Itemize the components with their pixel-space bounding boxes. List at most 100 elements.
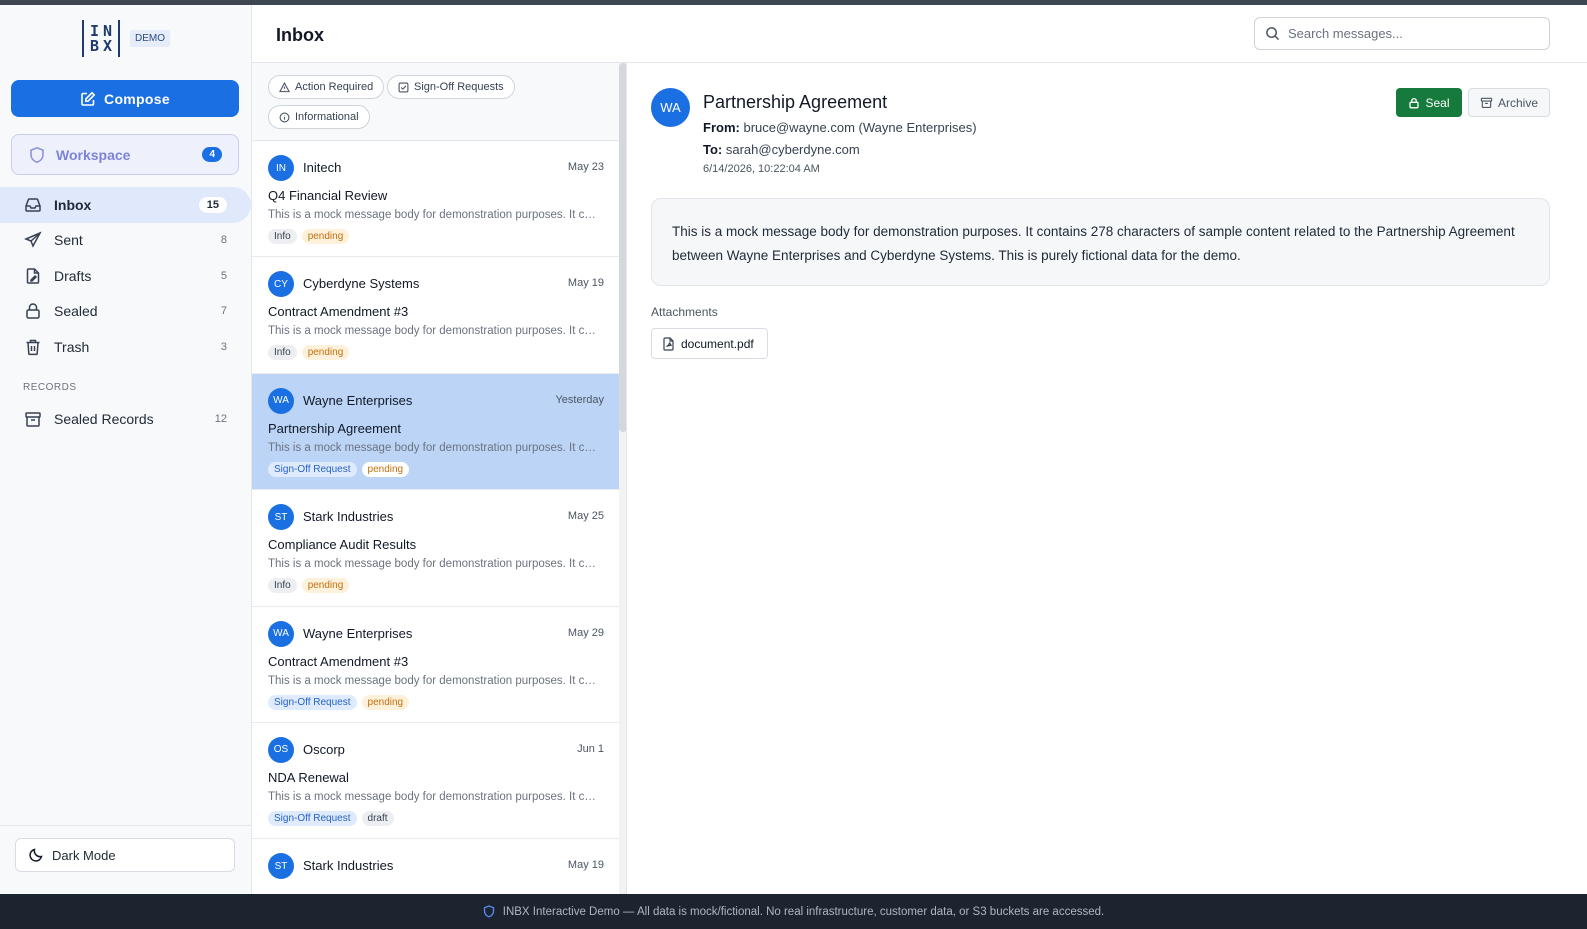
message-row[interactable]: ST Stark Industries May 25 Compliance Au… — [252, 490, 619, 607]
sidebar-item-count: 7 — [220, 305, 227, 318]
lock-icon — [1409, 97, 1420, 108]
message-date: May 29 — [567, 626, 604, 639]
demo-footer-bar: INBX Interactive Demo — All data is mock… — [0, 894, 1587, 929]
message-sender: Initech — [303, 160, 342, 175]
message-row[interactable]: CY Cyberdyne Systems May 19 Contract Ame… — [252, 257, 619, 374]
message-tags: Info pending — [268, 229, 350, 244]
search-box[interactable] — [1254, 17, 1550, 50]
avatar: WA — [268, 620, 294, 647]
archive-button[interactable]: Archive — [1468, 88, 1550, 117]
sidebar-item-count: 5 — [220, 269, 227, 282]
workspace-button[interactable]: Workspace 4 — [11, 134, 239, 175]
inbox-icon — [24, 196, 42, 214]
filter-action-required[interactable]: Action Required — [268, 75, 385, 99]
sidebar-item-sent[interactable]: Sent 8 — [0, 223, 251, 259]
list-scrollbar[interactable] — [619, 63, 626, 894]
message-preview: This is a mock message body for demonstr… — [268, 325, 602, 338]
message-sender: Oscorp — [303, 741, 345, 757]
sidebar-item-inbox[interactable]: Inbox 15 — [0, 187, 251, 223]
sidebar-item-trash[interactable]: Trash 3 — [0, 329, 251, 365]
message-date: May 25 — [567, 510, 604, 523]
from-line: From: bruce@wayne.com (Wayne Enterprises… — [703, 120, 977, 135]
avatar: CY — [268, 271, 294, 298]
type-badge: Sign-Off Request — [268, 694, 357, 710]
avatar: WA — [268, 387, 294, 414]
sidebar-item-count: 15 — [198, 196, 227, 213]
filter-label: Action Required — [295, 81, 374, 93]
type-badge: Info — [268, 578, 297, 594]
sidebar-footer: Dark Mode — [0, 825, 251, 894]
workspace-label: Workspace — [56, 146, 131, 163]
type-badge: Info — [268, 229, 297, 244]
attachment-name: document.pdf — [681, 336, 754, 351]
dark-mode-toggle[interactable]: Dark Mode — [15, 838, 235, 872]
message-subject: Contract Amendment #3 — [268, 653, 409, 669]
compose-button[interactable]: Compose — [11, 80, 239, 117]
message-subject: Contract Amendment #3 — [268, 304, 409, 320]
sidebar-item-drafts[interactable]: Drafts 5 — [0, 258, 251, 294]
message-sender: Wayne Enterprises — [303, 392, 413, 408]
type-badge: Info — [268, 345, 297, 361]
sidebar-records-group: Sealed Records 12 — [0, 401, 251, 437]
message-subject: NDA Renewal — [268, 769, 349, 785]
to-line: To: sarah@cyberdyne.com — [703, 142, 860, 157]
message-subject: Partnership Agreement — [268, 420, 401, 436]
logo-mark-bottom: BX — [89, 36, 117, 55]
message-row[interactable]: OS Oscorp Jun 1 NDA Renewal This is a mo… — [252, 722, 619, 840]
message-row-selected[interactable]: WA Wayne Enterprises Yesterday Partnersh… — [252, 373, 619, 491]
message-sender: Stark Industries — [303, 509, 394, 525]
message-row[interactable]: IN Initech May 23 Q4 Financial Review Th… — [252, 141, 619, 258]
demo-badge: DEMO — [130, 30, 170, 47]
avatar: ST — [268, 504, 294, 531]
message-row[interactable]: ST Stark Industries May 19 — [252, 839, 619, 894]
trash-icon — [24, 338, 42, 356]
filter-label: Sign-Off Requests — [414, 81, 504, 93]
info-icon — [279, 112, 290, 122]
message-tags: Sign-Off Request draft — [268, 810, 394, 826]
message-sender: Wayne Enterprises — [303, 625, 413, 641]
filter-informational[interactable]: Informational — [268, 105, 370, 129]
to-label: To: — [703, 142, 723, 157]
message-date: May 19 — [567, 859, 604, 872]
filter-bar: Action Required Sign-Off Requests Inform… — [252, 63, 619, 141]
message-subject: Compliance Audit Results — [268, 537, 417, 553]
message-preview: This is a mock message body for demonstr… — [268, 441, 602, 454]
sidebar-item-label: Drafts — [54, 267, 92, 284]
scrollbar-thumb[interactable] — [619, 63, 626, 432]
message-preview: This is a mock message body for demonstr… — [268, 558, 602, 571]
moon-icon — [29, 848, 43, 862]
logo[interactable]: IN BX DEMO — [82, 20, 170, 57]
file-pdf-icon — [663, 336, 674, 351]
message-tags: Info pending — [268, 345, 350, 361]
message-subject: Q4 Financial Review — [268, 188, 388, 203]
shield-icon — [483, 905, 494, 918]
avatar: ST — [268, 853, 294, 880]
sidebar-item-label: Trash — [54, 338, 90, 355]
top-header: Inbox — [252, 5, 1587, 63]
app-shell: IN BX DEMO Compose Workspace 4 Inbox 15 — [0, 5, 1587, 894]
attachment-file[interactable]: document.pdf — [651, 328, 768, 359]
message-date: May 23 — [567, 161, 604, 173]
archive-box-icon — [1480, 97, 1493, 108]
sidebar-item-count: 3 — [220, 340, 227, 353]
search-input[interactable] — [1288, 26, 1528, 41]
message-timestamp: 6/14/2026, 10:22:04 AM — [703, 163, 820, 175]
message-title: Partnership Agreement — [703, 92, 888, 112]
type-badge: Sign-Off Request — [268, 461, 357, 477]
message-list: IN Initech May 23 Q4 Financial Review Th… — [252, 141, 619, 894]
filter-label: Informational — [295, 111, 359, 123]
lock-icon — [24, 302, 42, 320]
workspace-count-badge: 4 — [202, 147, 222, 162]
message-row[interactable]: WA Wayne Enterprises May 29 Contract Ame… — [252, 606, 619, 723]
status-badge: pending — [301, 578, 350, 594]
sidebar-item-label: Inbox — [54, 196, 92, 213]
filter-signoff-requests[interactable]: Sign-Off Requests — [387, 75, 515, 99]
records-heading: RECORDS — [23, 382, 77, 393]
sidebar-item-sealed[interactable]: Sealed 7 — [0, 294, 251, 330]
archive-label: Archive — [1497, 95, 1538, 110]
sidebar-item-sealed-records[interactable]: Sealed Records 12 — [0, 401, 251, 437]
shield-icon — [30, 146, 44, 163]
seal-button[interactable]: Seal — [1396, 88, 1462, 117]
status-badge: pending — [301, 345, 350, 361]
message-date: Yesterday — [555, 393, 604, 406]
